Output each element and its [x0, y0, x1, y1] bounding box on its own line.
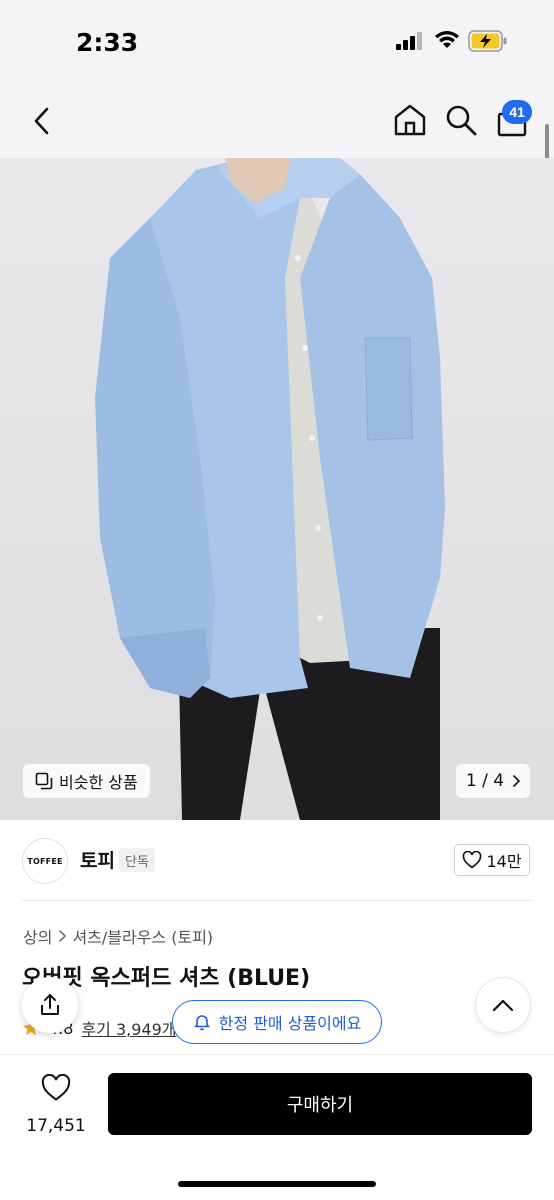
- wishlist-button[interactable]: 17,451: [24, 1074, 88, 1136]
- chevron-right-icon: [59, 930, 67, 942]
- share-button[interactable]: [22, 977, 78, 1033]
- limited-sale-notice[interactable]: 한정 판매 상품이에요: [172, 1000, 382, 1044]
- search-icon[interactable]: [443, 102, 479, 138]
- product-image[interactable]: [0, 158, 554, 820]
- back-button[interactable]: [24, 102, 58, 140]
- brand-logo[interactable]: TOFFEE: [22, 838, 68, 884]
- battery-charging-icon: [468, 30, 507, 52]
- divider: [22, 900, 532, 901]
- chevron-up-icon: [492, 999, 514, 1012]
- breadcrumb-subcategory[interactable]: 셔츠/블라우스 (토피): [72, 924, 213, 948]
- breadcrumb-category[interactable]: 상의: [23, 924, 52, 948]
- home-icon[interactable]: [392, 102, 428, 138]
- similar-products-button[interactable]: 비슷한 상품: [23, 764, 150, 798]
- image-counter-text: 1 / 4: [465, 771, 505, 791]
- buy-button[interactable]: 구매하기: [108, 1073, 532, 1135]
- copy-icon: [35, 772, 53, 790]
- exclusive-badge: 단독: [119, 848, 155, 872]
- chevron-right-icon: [513, 775, 521, 787]
- wifi-icon: [435, 31, 459, 48]
- review-count-link[interactable]: 후기 3,949개: [81, 1016, 176, 1040]
- brand-name[interactable]: 토피: [80, 846, 115, 873]
- share-icon: [41, 994, 59, 1015]
- limited-sale-label: 한정 판매 상품이에요: [218, 1014, 362, 1033]
- breadcrumb: 상의 셔츠/블라우스 (토피): [23, 924, 213, 948]
- brand-logo-text: TOFFEE: [27, 856, 63, 866]
- chevron-left-icon: [34, 107, 49, 135]
- cellular-signal-icon: [396, 32, 422, 50]
- image-counter[interactable]: 1 / 4: [456, 764, 530, 798]
- product-photo-illustration: [95, 158, 445, 820]
- status-time: 2:33: [76, 28, 139, 57]
- bell-icon: [194, 1015, 209, 1031]
- brand-like-count: 14만: [486, 852, 522, 871]
- wishlist-count: 17,451: [26, 1116, 86, 1136]
- scroll-to-top-button[interactable]: [475, 977, 531, 1033]
- cart-count-badge: 41: [502, 100, 532, 124]
- similar-products-label: 비슷한 상품: [59, 773, 138, 792]
- home-indicator[interactable]: [178, 1181, 376, 1187]
- brand-like-button[interactable]: 14만: [454, 844, 530, 876]
- status-bar: 2:33: [0, 0, 554, 84]
- top-nav-bar: [0, 84, 554, 158]
- heart-outline-icon: [463, 851, 482, 869]
- heart-outline-icon: [41, 1074, 71, 1101]
